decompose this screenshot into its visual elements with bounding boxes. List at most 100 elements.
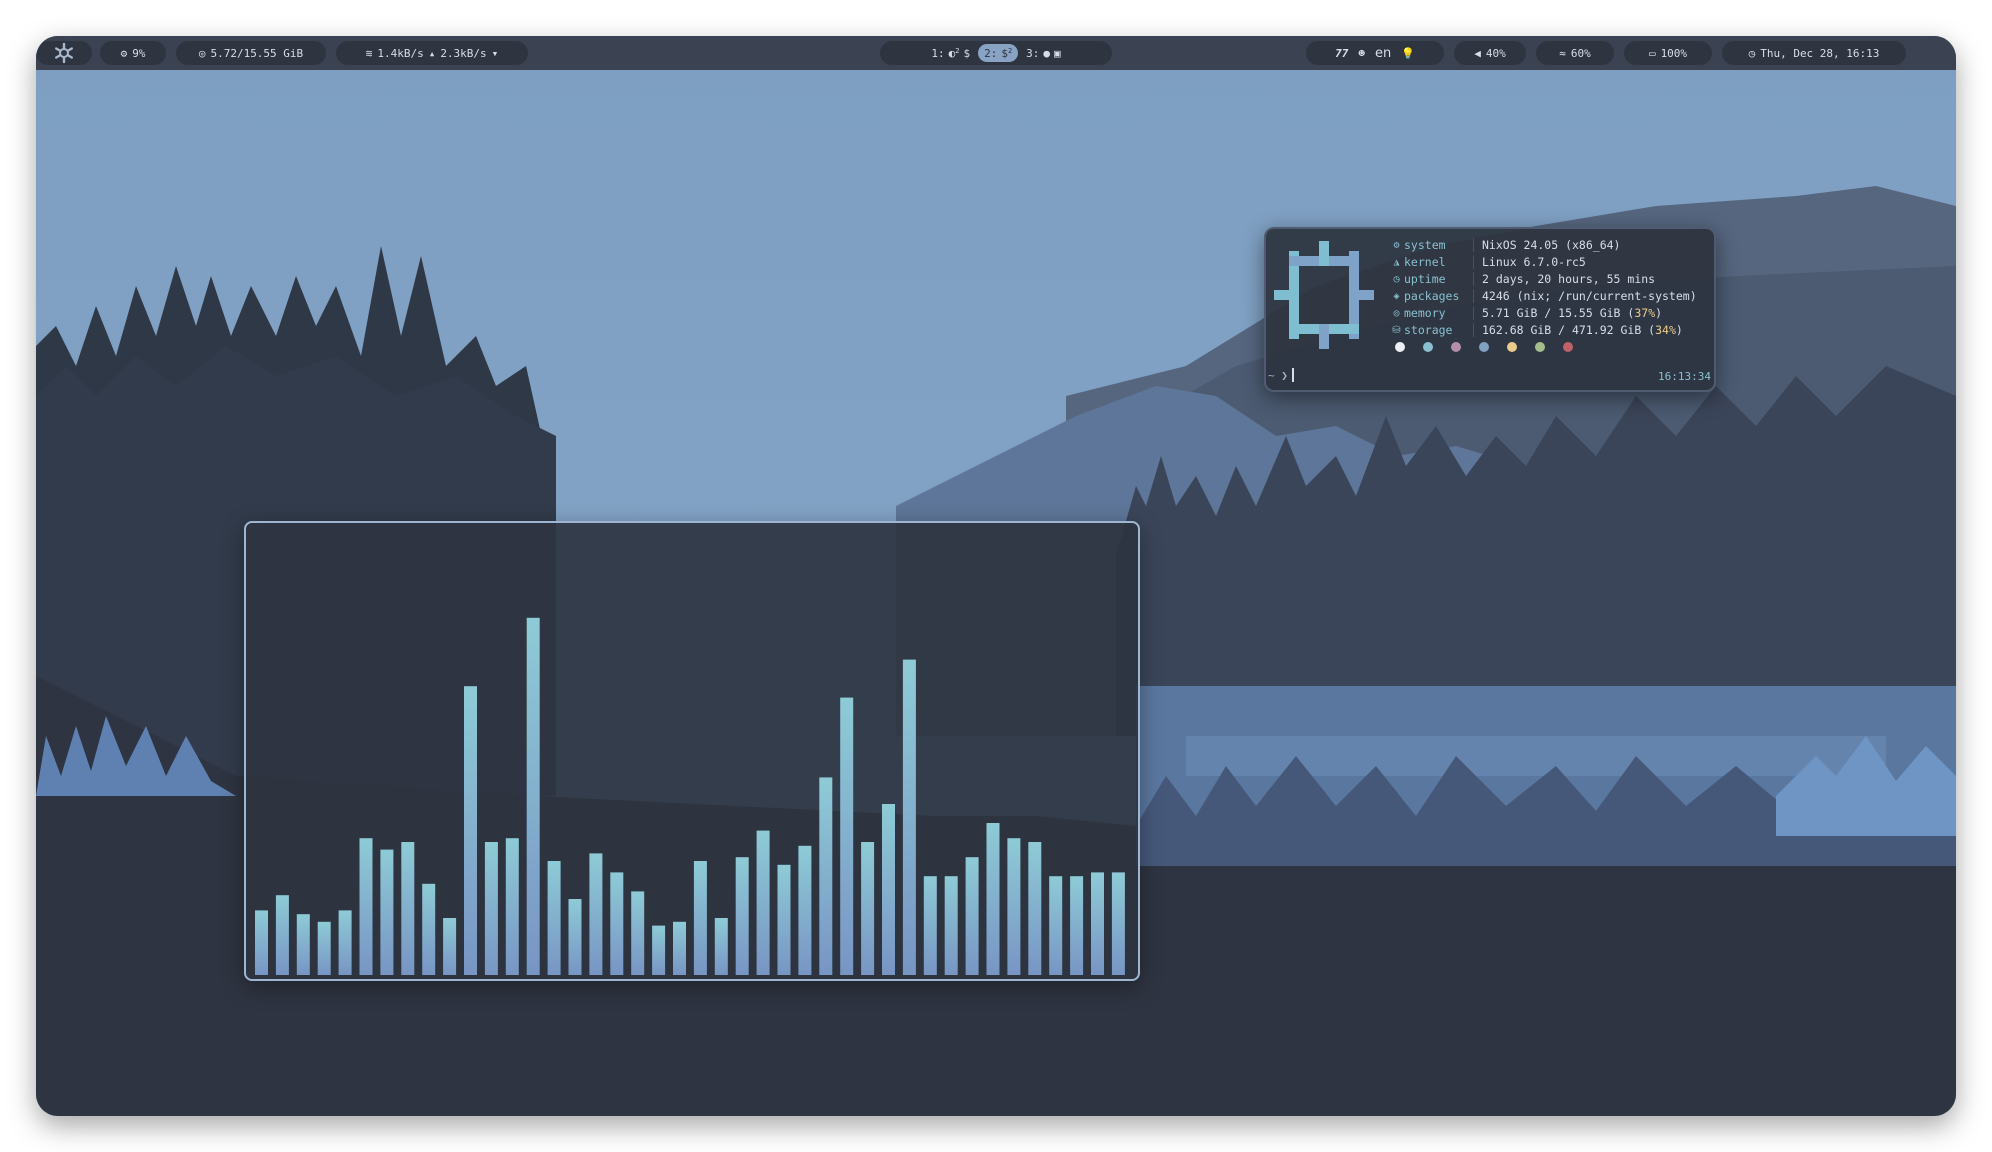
visualizer-bar (756, 830, 770, 975)
visualizer-bar (631, 891, 645, 975)
info-row-uptime: ◷ uptime │ 2 days, 20 hours, 55 mins (1393, 272, 1656, 286)
info-row-memory: ◎ memory │ 5.71 GiB / 15.55 GiB (37%) (1393, 306, 1663, 320)
visualizer-bar (296, 914, 310, 975)
info-key: packages (1404, 289, 1460, 303)
visualizer-bar (673, 921, 686, 975)
workspace-1-count: 2 (955, 46, 960, 55)
memory-percent: 37% (1634, 306, 1656, 320)
battery-widget[interactable]: ▭ 100% (1624, 41, 1712, 65)
cpu-widget[interactable]: ⚙ 9% (100, 41, 166, 65)
top-bar: ⚙ 9% ◎ 5.72/15.55 GiB ≋ 1.4kB/s ▴ 2.3kB/… (36, 36, 1956, 70)
workspace-1-label: 1: (931, 46, 945, 60)
battery-level: 100% (1660, 46, 1688, 60)
clock-icon: ◷ (1748, 46, 1756, 60)
terminal-icon: $ (963, 46, 971, 60)
workspace-1[interactable]: 1: ◐2 $ (925, 44, 976, 62)
visualizer-bar (1007, 838, 1021, 975)
visualizer-bar (359, 838, 373, 975)
visualizer-bar (840, 697, 854, 975)
palette-dot (1535, 342, 1545, 352)
lightbulb-icon[interactable]: 💡 (1401, 47, 1415, 60)
workspace-3[interactable]: 3: ● ▣ (1020, 44, 1067, 62)
text-cursor (1291, 368, 1294, 382)
nixos-logo-icon (55, 42, 73, 64)
speaker-icon: ◀ (1474, 46, 1481, 60)
visualizer-bar (714, 918, 728, 975)
volume-level: 40% (1485, 46, 1506, 60)
visualizer-bar (380, 849, 394, 975)
workspace-3-label: 3: (1026, 46, 1040, 60)
palette-dot (1451, 342, 1461, 352)
desktop: ⚙ 9% ◎ 5.72/15.55 GiB ≋ 1.4kB/s ▴ 2.3kB/… (36, 36, 1956, 1116)
monitor-icon: ▣ (1054, 46, 1061, 60)
app-launcher-button[interactable] (36, 41, 92, 65)
info-value: 5.71 GiB / 15.55 GiB (1482, 306, 1621, 320)
memory-widget[interactable]: ◎ 5.72/15.55 GiB (176, 41, 326, 65)
terminal-clock: 16:13:34 (1658, 370, 1711, 383)
tray-widget: 77 ☻ en 💡 (1306, 41, 1444, 65)
visualizer-bar (923, 876, 937, 975)
visualizer-bar (401, 842, 415, 975)
visualizer-bar (464, 686, 477, 975)
palette-dot (1563, 342, 1573, 352)
clock-widget[interactable]: ◷ Thu, Dec 28, 16:13 (1722, 41, 1906, 65)
info-value: Linux 6.7.0-rc5 (1482, 255, 1586, 269)
visualizer-bar (693, 861, 707, 975)
visualizer-bar (1070, 876, 1084, 975)
prompt-text: ~ ❯ (1268, 368, 1288, 382)
info-row-system: ⚙ system │ NixOS 24.05 (x86_64) (1393, 238, 1621, 252)
workspace-2-label: 2: (984, 46, 998, 60)
cpu-icon: ⚙ (120, 46, 128, 60)
osu-icon[interactable]: 77 (1335, 47, 1348, 60)
visualizer-bar (965, 857, 979, 975)
fetch-terminal-window[interactable]: ⚙ system │ NixOS 24.05 (x86_64) ◮ kernel │… (1264, 227, 1716, 392)
wifi-widget[interactable]: ≈ 60% (1536, 41, 1614, 65)
visualizer-bar (568, 899, 582, 975)
visualizer-bar (317, 921, 331, 975)
memory-icon: ◎ (1393, 308, 1400, 319)
info-row-storage: ⛁ storage │ 162.68 GiB / 471.92 GiB (34%) (1392, 323, 1683, 337)
terminal-icon: $2 (1001, 46, 1013, 60)
visualizer-bar (547, 861, 561, 975)
info-value: 162.68 GiB / 471.92 GiB (1482, 323, 1642, 337)
workspace-2[interactable]: 2: $2 (978, 44, 1019, 62)
storage-percent: 34% (1655, 323, 1676, 337)
volume-widget[interactable]: ◀ 40% (1454, 41, 1526, 65)
color-palette (1395, 342, 1573, 352)
network-widget[interactable]: ≋ 1.4kB/s ▴ 2.3kB/s ▾ (336, 41, 528, 65)
visualizer-bar (589, 853, 603, 975)
system-info: ⚙ system │ NixOS 24.05 (x86_64) ◮ kernel │… (1392, 237, 1696, 339)
info-value: NixOS 24.05 (x86_64) (1482, 238, 1621, 252)
visualizer-bar (861, 842, 875, 975)
download-arrow-icon: ▾ (491, 46, 499, 60)
palette-dot (1395, 342, 1405, 352)
info-key: kernel (1404, 255, 1446, 269)
penguin-icon: ◮ (1393, 257, 1400, 268)
shell-prompt[interactable]: ~ ❯ (1268, 368, 1294, 382)
info-key: system (1404, 238, 1446, 252)
visualizer-bar (255, 910, 268, 975)
chat-icon: ● (1043, 46, 1051, 60)
network-icon: ≋ (365, 46, 373, 60)
upload-arrow-icon: ▴ (428, 46, 436, 60)
palette-dot (1479, 342, 1489, 352)
visualizer-bar (338, 910, 352, 975)
keyboard-layout[interactable]: en (1375, 46, 1391, 61)
visualizer-bar (819, 777, 833, 975)
gear-icon: ⚙ (1393, 240, 1400, 251)
visualizer-bar (1028, 842, 1042, 975)
wifi-strength: 60% (1570, 46, 1591, 60)
visualizer-bar (1111, 872, 1125, 975)
visualizer-bar (882, 804, 895, 975)
workspace-2-count: 2 (1007, 46, 1013, 55)
info-row-kernel: ◮ kernel │ Linux 6.7.0-rc5 (1393, 255, 1586, 269)
memory-icon: ◎ (198, 46, 206, 60)
nixos-ascii-logo (1274, 241, 1374, 349)
battery-icon: ▭ (1648, 46, 1656, 60)
discord-icon[interactable]: ☻ (1358, 47, 1365, 60)
palette-dot (1507, 342, 1517, 352)
audio-visualizer-window[interactable] (244, 521, 1140, 981)
info-value: 2 days, 20 hours, 55 mins (1482, 272, 1656, 286)
firefox-icon: ◐2 (948, 46, 960, 60)
package-icon: ◈ (1393, 291, 1400, 302)
